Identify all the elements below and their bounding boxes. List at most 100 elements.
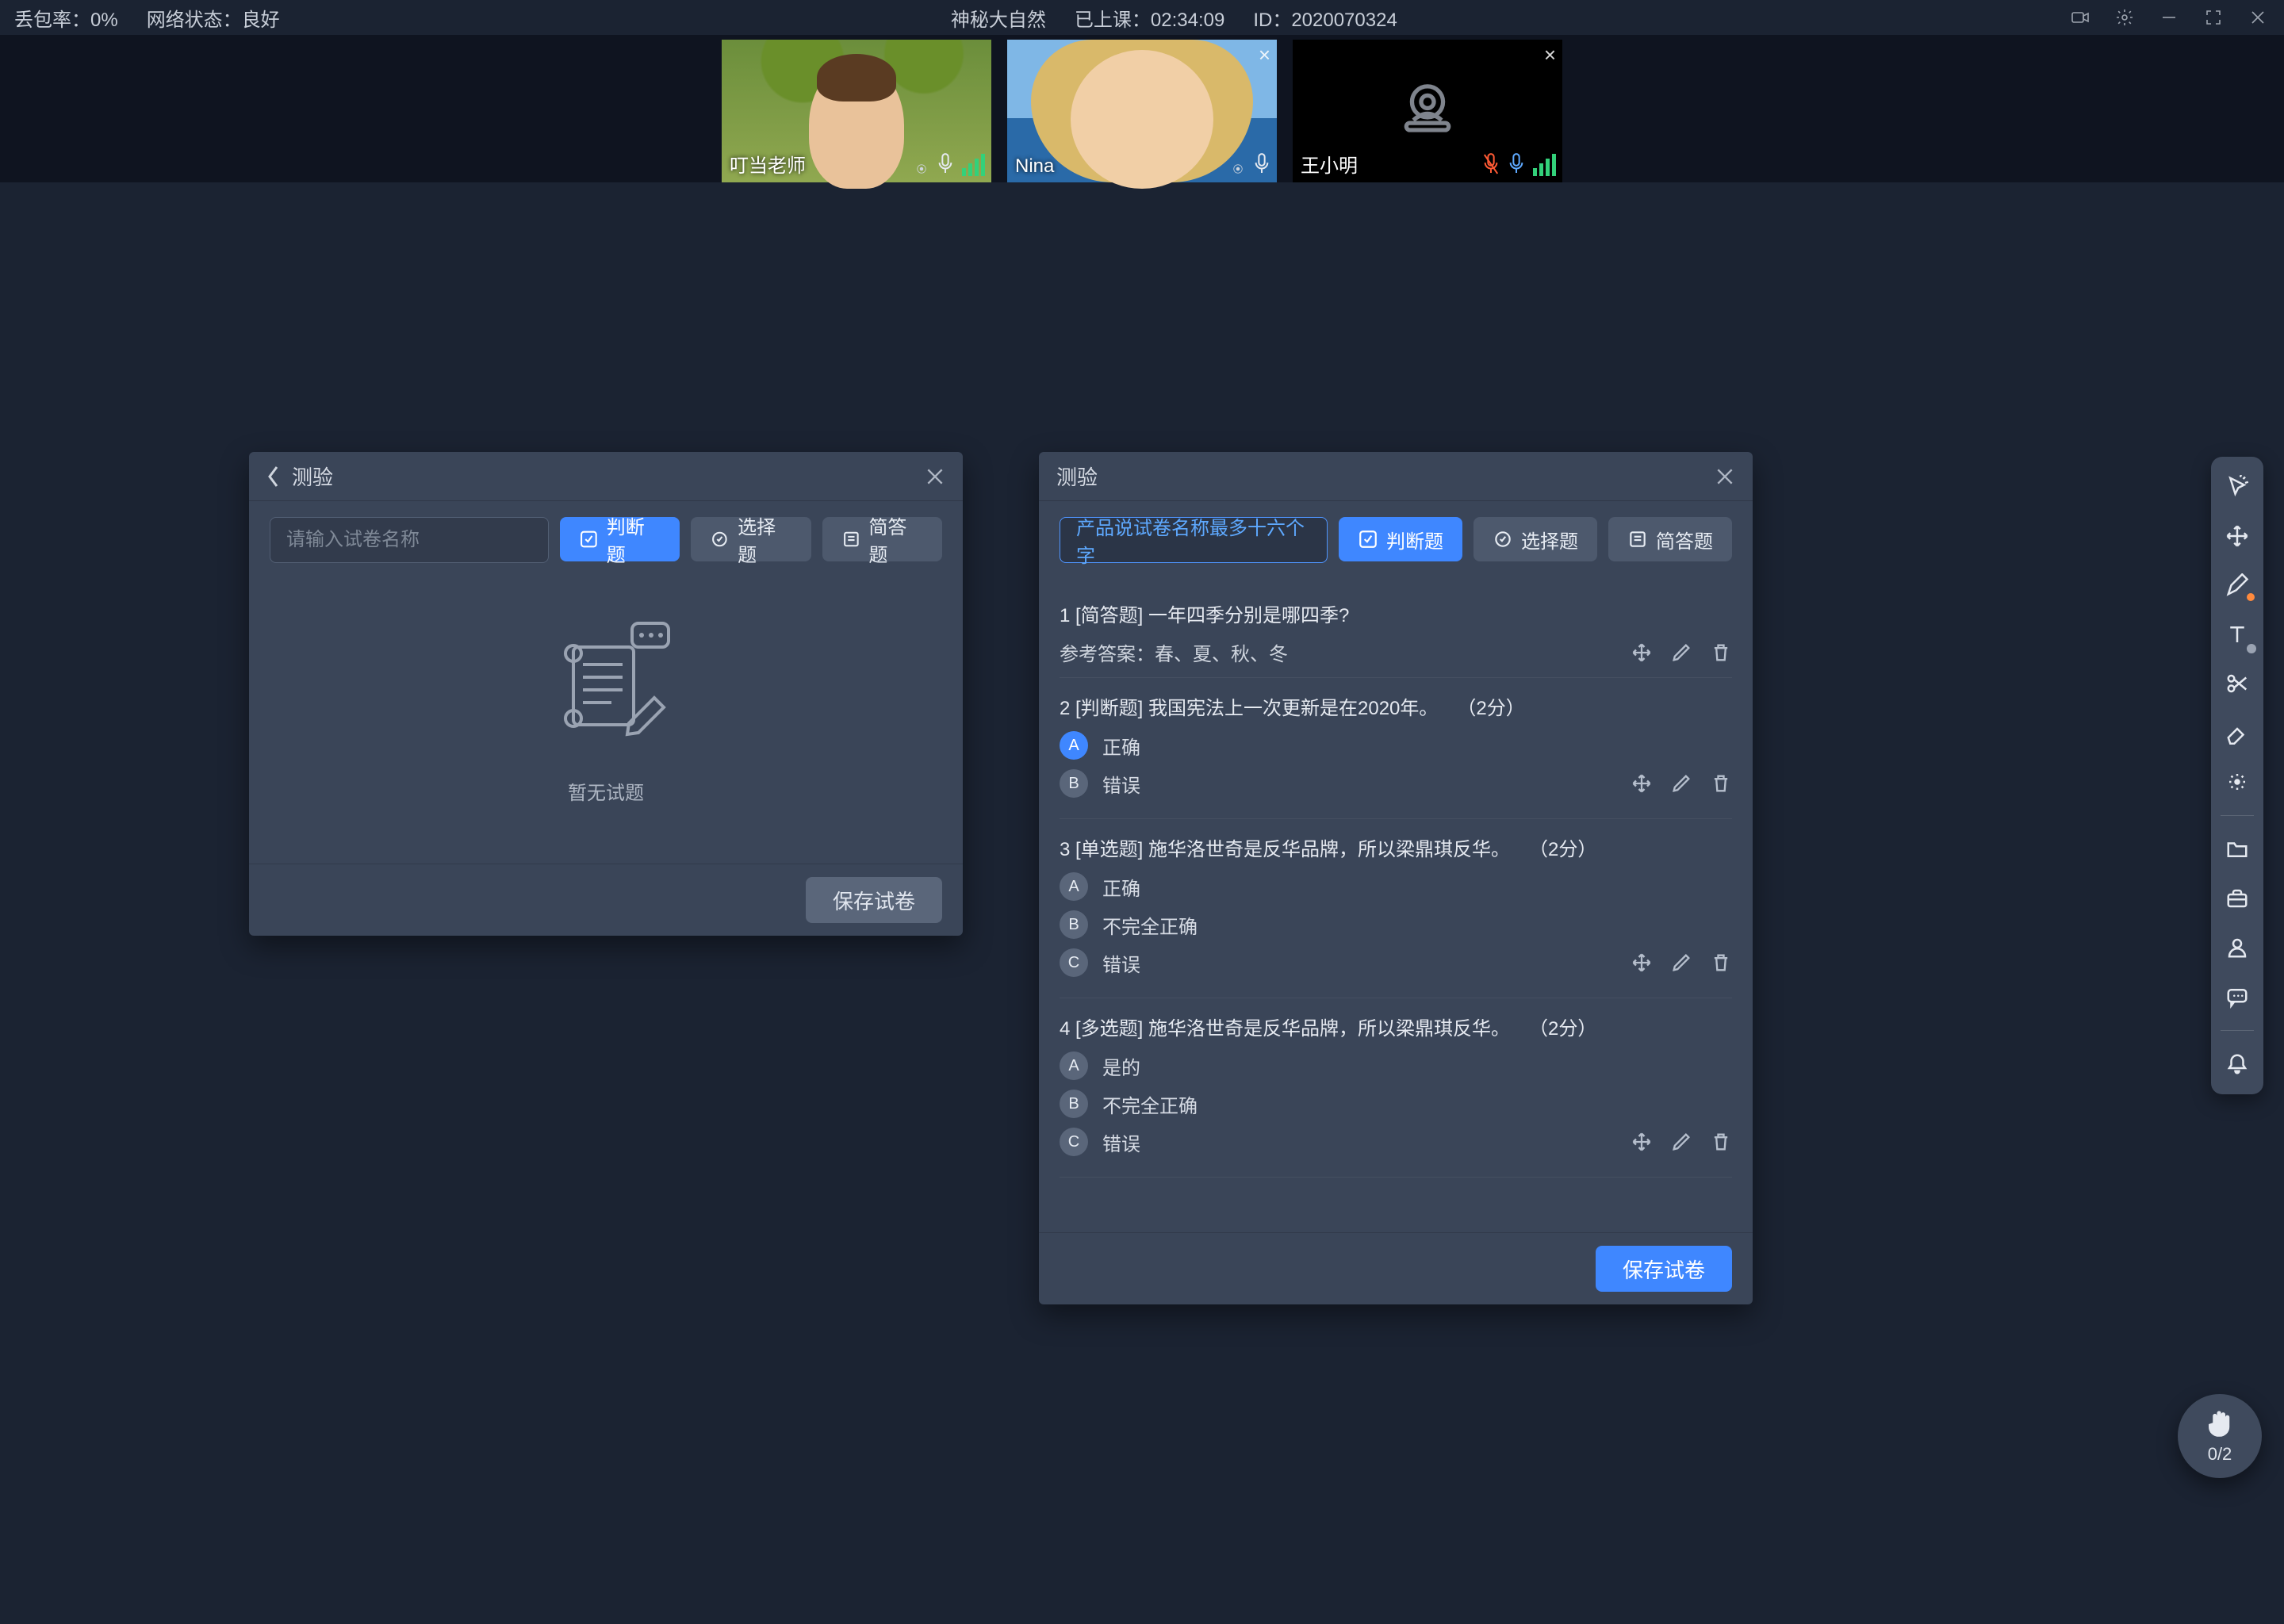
edit-icon[interactable] xyxy=(1670,952,1692,974)
move-icon[interactable] xyxy=(1631,952,1653,974)
option-text: 错误 xyxy=(1102,949,1140,977)
option-row[interactable]: C 错误 xyxy=(1060,1128,1732,1156)
option-row[interactable]: C 错误 xyxy=(1060,948,1732,977)
option-letter: A xyxy=(1060,731,1088,760)
fullscreen-icon[interactable] xyxy=(2202,6,2225,29)
video-tile-teacher[interactable]: 叮当老师 xyxy=(722,40,991,182)
close-icon[interactable] xyxy=(925,466,945,487)
option-letter: A xyxy=(1060,1051,1088,1080)
quiz-panel-full: 测验 产品说试卷名称最多十六个字 判断题 选择题 简答题 1 [简答题] 一年四… xyxy=(1039,452,1753,1304)
question-title: 1 [简答题] 一年四季分别是哪四季? xyxy=(1060,599,1732,627)
pen-tool-icon[interactable] xyxy=(2218,566,2256,604)
laser-tool-icon[interactable] xyxy=(2218,763,2256,801)
question-title: 4 [多选题] 施华洛世奇是反华品牌，所以梁鼎琪反华。 （2分） xyxy=(1060,1013,1732,1040)
tool-rail xyxy=(2211,457,2263,1094)
bell-icon[interactable] xyxy=(2218,1045,2256,1083)
add-judge-button[interactable]: 判断题 xyxy=(1339,517,1462,561)
panel-title: 测验 xyxy=(292,462,333,491)
option-text: 正确 xyxy=(1102,873,1140,901)
option-row[interactable]: A正确 xyxy=(1060,731,1732,760)
move-icon[interactable] xyxy=(1631,1131,1653,1153)
empty-state: 暂无试题 xyxy=(270,585,942,805)
delete-icon[interactable] xyxy=(1710,642,1732,664)
option-row[interactable]: A 是的 xyxy=(1060,1051,1732,1080)
edit-icon[interactable] xyxy=(1670,772,1692,795)
audio-indicator xyxy=(1482,152,1556,176)
hand-raise-count: 0/2 xyxy=(2208,1444,2232,1465)
add-choice-button[interactable]: 选择题 xyxy=(1473,517,1597,561)
question-item: 1 [简答题] 一年四季分别是哪四季?参考答案：春、夏、秋、冬 xyxy=(1060,585,1732,678)
chat-icon[interactable] xyxy=(2218,978,2256,1016)
option-letter: C xyxy=(1060,1128,1088,1156)
drop-rate: 丢包率：0% xyxy=(14,4,118,32)
camera-toggle-icon[interactable] xyxy=(2068,6,2092,29)
question-title: 3 [单选题] 施华洛世奇是反华品牌，所以梁鼎琪反华。 （2分） xyxy=(1060,833,1732,861)
move-icon[interactable] xyxy=(1631,772,1653,795)
elapsed-time: 已上课：02:34:09 xyxy=(1075,4,1224,32)
quiz-name-input[interactable]: 产品说试卷名称最多十六个字 xyxy=(1060,517,1328,563)
remove-participant-icon[interactable]: × xyxy=(1259,43,1270,67)
eraser-tool-icon[interactable] xyxy=(2218,714,2256,752)
person-icon[interactable] xyxy=(2218,929,2256,967)
video-row: 叮当老师 × Nina × 王小明 xyxy=(0,35,2284,182)
settings-icon[interactable] xyxy=(2113,6,2136,29)
save-quiz-button[interactable]: 保存试卷 xyxy=(806,877,942,923)
question-item: 4 [多选题] 施华洛世奇是反华品牌，所以梁鼎琪反华。 （2分） A 是的 B 不完全正… xyxy=(1060,998,1732,1178)
question-list: 1 [简答题] 一年四季分别是哪四季?参考答案：春、夏、秋、冬 2 [判断题] … xyxy=(1039,579,1753,1232)
add-short-button[interactable]: 简答题 xyxy=(822,517,942,561)
empty-text: 暂无试题 xyxy=(568,777,644,805)
delete-icon[interactable] xyxy=(1710,1131,1732,1153)
option-row[interactable]: B 不完全正确 xyxy=(1060,910,1732,939)
add-judge-button[interactable]: 判断题 xyxy=(560,517,680,561)
edit-icon[interactable] xyxy=(1670,642,1692,664)
text-style-indicator xyxy=(2247,644,2256,653)
option-letter: C xyxy=(1060,948,1088,977)
cursor-tool-icon[interactable] xyxy=(2218,468,2256,506)
minimize-icon[interactable] xyxy=(2157,6,2181,29)
video-tile-student-1[interactable]: × Nina xyxy=(1007,40,1277,182)
network-status: 网络状态：良好 xyxy=(147,4,280,32)
session-id: ID：2020070324 xyxy=(1253,4,1397,32)
delete-icon[interactable] xyxy=(1710,772,1732,795)
remove-participant-icon[interactable]: × xyxy=(1544,43,1556,67)
audio-indicator xyxy=(914,152,985,176)
back-icon[interactable] xyxy=(266,465,281,488)
option-text: 不完全正确 xyxy=(1102,911,1198,939)
participant-name: 王小明 xyxy=(1301,150,1358,178)
participant-name: 叮当老师 xyxy=(730,150,806,178)
option-row[interactable]: A 正确 xyxy=(1060,872,1732,901)
close-window-icon[interactable] xyxy=(2246,6,2270,29)
move-icon[interactable] xyxy=(1631,642,1653,664)
scissors-tool-icon[interactable] xyxy=(2218,665,2256,703)
save-quiz-button[interactable]: 保存试卷 xyxy=(1596,1246,1732,1292)
option-text: 不完全正确 xyxy=(1102,1090,1198,1118)
option-letter: B xyxy=(1060,1090,1088,1118)
toolbox-icon[interactable] xyxy=(2218,879,2256,917)
delete-icon[interactable] xyxy=(1710,952,1732,974)
hand-raise-button[interactable]: 0/2 xyxy=(2178,1394,2262,1478)
course-title: 神秘大自然 xyxy=(951,4,1046,32)
top-status-bar: 丢包率：0% 网络状态：良好 神秘大自然 已上课：02:34:09 ID：202… xyxy=(0,0,2284,35)
folder-icon[interactable] xyxy=(2218,830,2256,868)
audio-indicator xyxy=(1231,152,1270,176)
edit-icon[interactable] xyxy=(1670,1131,1692,1153)
text-tool-icon[interactable] xyxy=(2218,615,2256,653)
video-tile-student-2[interactable]: × 王小明 xyxy=(1293,40,1562,182)
participant-name: Nina xyxy=(1015,155,1054,178)
panel-title: 测验 xyxy=(1056,462,1098,491)
option-letter: B xyxy=(1060,910,1088,939)
option-letter: B xyxy=(1060,769,1088,798)
add-choice-button[interactable]: 选择题 xyxy=(691,517,811,561)
pen-color-indicator xyxy=(2247,593,2255,601)
empty-illustration-icon xyxy=(531,607,681,758)
option-text: 是的 xyxy=(1102,1052,1140,1080)
option-letter: A xyxy=(1060,872,1088,901)
quiz-name-input[interactable] xyxy=(270,517,549,563)
option-row[interactable]: B 不完全正确 xyxy=(1060,1090,1732,1118)
add-short-button[interactable]: 简答题 xyxy=(1608,517,1732,561)
option-row[interactable]: B 错误 xyxy=(1060,769,1732,798)
move-tool-icon[interactable] xyxy=(2218,517,2256,555)
close-icon[interactable] xyxy=(1715,466,1735,487)
option-text: 错误 xyxy=(1102,770,1140,798)
option-text: 错误 xyxy=(1102,1128,1140,1156)
